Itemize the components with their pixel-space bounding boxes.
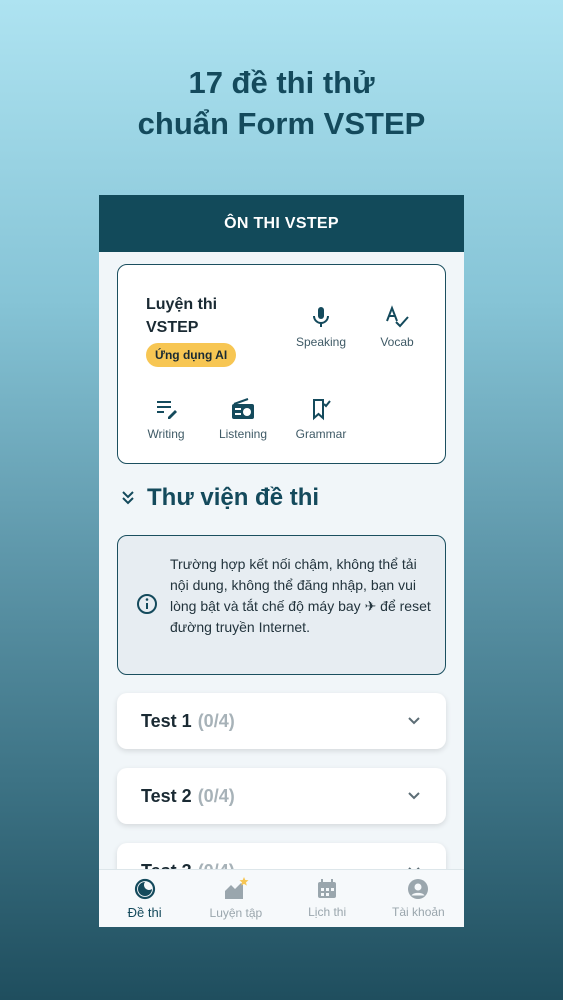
phone-screen: ÔN THI VSTEP Luyện thi VSTEP Ứng dụng AI… — [99, 195, 464, 927]
spellcheck-icon — [386, 305, 409, 328]
tab-label: Đề thi — [127, 904, 162, 920]
library-heading[interactable]: Thư viện đề thi — [121, 484, 319, 512]
bookmark-check-icon — [313, 399, 331, 421]
skill-listening[interactable]: Listening — [206, 397, 280, 441]
test-name: Test 3 — [141, 861, 192, 870]
practice-chart-icon — [224, 877, 249, 899]
skill-grammar[interactable]: Grammar — [284, 397, 358, 441]
test-name: Test 2 — [141, 785, 192, 806]
main-scroll[interactable]: Luyện thi VSTEP Ứng dụng AI Speaking Voc… — [99, 252, 464, 869]
tab-label: Tài khoản — [392, 905, 445, 919]
radio-icon — [232, 398, 254, 419]
test-progress: (0/4) — [197, 710, 235, 731]
test-item-2[interactable]: Test 2 (0/4) — [117, 768, 446, 824]
tab-de-thi[interactable]: Đề thi — [99, 870, 190, 927]
practice-title: Luyện thi VSTEP — [146, 296, 218, 336]
test-item-1[interactable]: Test 1 (0/4) — [117, 693, 446, 749]
chevron-down-icon[interactable] — [406, 788, 422, 804]
skill-vocab[interactable]: Vocab — [360, 305, 434, 349]
connection-notice: Trường hợp kết nối chậm, không thể tải n… — [117, 535, 446, 675]
tab-label: Lịch thi — [308, 905, 347, 919]
notice-text: Trường hợp kết nối chậm, không thể tải n… — [170, 556, 431, 635]
skill-label: Listening — [218, 427, 268, 441]
promo-headline: 17 đề thi thử chuẩn Form VSTEP — [0, 62, 563, 144]
app-bar: ÔN THI VSTEP — [99, 195, 464, 252]
tab-luyen-tap[interactable]: Luyện tập — [190, 870, 281, 927]
skill-label: Writing — [147, 427, 185, 441]
test-item-3[interactable]: Test 3 (0/4) — [117, 843, 446, 869]
promo-headline-line2: chuẩn Form VSTEP — [137, 106, 426, 141]
exam-icon — [134, 878, 155, 899]
skill-writing[interactable]: Writing — [129, 397, 203, 441]
tab-lich-thi[interactable]: Lịch thi — [282, 870, 373, 927]
skill-label: Grammar — [295, 427, 347, 441]
app-title: ÔN THI VSTEP — [224, 214, 339, 232]
ai-badge: Ứng dụng AI — [146, 343, 237, 367]
library-title: Thư viện đề thi — [147, 484, 320, 511]
practice-card[interactable]: Luyện thi VSTEP Ứng dụng AI Speaking Voc… — [117, 264, 446, 464]
test-name: Test 1 — [141, 710, 192, 731]
tab-tai-khoan[interactable]: Tài khoản — [373, 870, 464, 927]
edit-notes-icon — [157, 401, 177, 419]
skill-label: Speaking — [295, 335, 347, 349]
tab-label: Luyện tập — [209, 906, 263, 920]
account-icon — [408, 879, 429, 899]
test-progress: (0/4) — [197, 785, 235, 806]
chevron-down-icon[interactable] — [406, 713, 422, 729]
test-progress: (0/4) — [198, 861, 235, 870]
info-icon — [137, 594, 157, 614]
promo-headline-line1: 17 đề thi thử — [188, 65, 375, 100]
bottom-nav: Đề thi Luyện tập Lịch thi Tài khoản — [99, 869, 464, 927]
skill-label: Vocab — [380, 335, 414, 349]
microphone-icon — [313, 307, 329, 327]
double-chevron-down-icon — [122, 491, 134, 505]
skill-speaking[interactable]: Speaking — [284, 305, 358, 349]
calendar-icon — [318, 879, 337, 898]
